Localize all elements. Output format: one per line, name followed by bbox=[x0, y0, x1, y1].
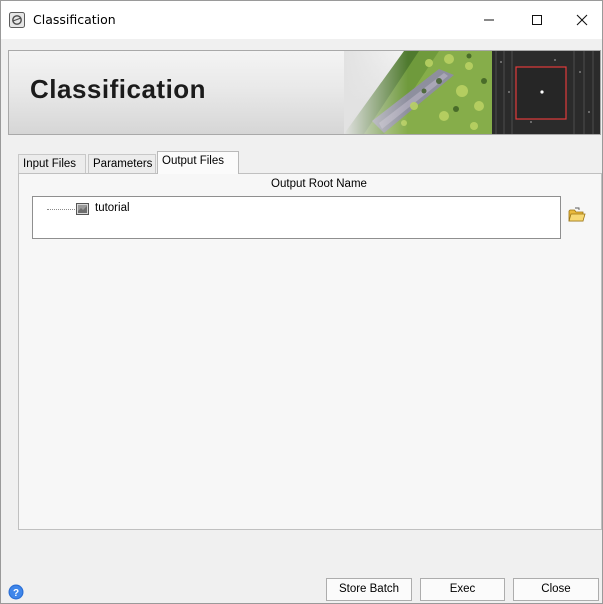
button-bar: ? Store Batch Exec Close bbox=[1, 573, 602, 603]
window-title: Classification bbox=[33, 12, 116, 27]
folder-open-icon[interactable] bbox=[568, 207, 586, 223]
raster-file-icon bbox=[76, 203, 89, 215]
classification-window: Classification Classification Input File… bbox=[0, 0, 603, 604]
aerial-imagery-banner-image bbox=[344, 51, 600, 134]
app-icon bbox=[9, 12, 25, 28]
output-files-panel: Output Root Name tutorial bbox=[18, 173, 602, 530]
header-banner: Classification bbox=[8, 50, 601, 135]
close-button[interactable]: Close bbox=[513, 578, 599, 601]
tab-output-files[interactable]: Output Files bbox=[157, 151, 239, 174]
close-icon bbox=[576, 14, 588, 26]
exec-button[interactable]: Exec bbox=[420, 578, 505, 601]
svg-text:?: ? bbox=[13, 588, 19, 599]
output-root-name-header: Output Root Name bbox=[271, 178, 367, 190]
maximize-icon bbox=[532, 15, 542, 25]
tab-parameters[interactable]: Parameters bbox=[88, 154, 156, 173]
tree-connector-line bbox=[47, 209, 75, 210]
maximize-button[interactable] bbox=[514, 1, 560, 39]
tab-input-files[interactable]: Input Files bbox=[18, 154, 86, 173]
store-batch-button[interactable]: Store Batch bbox=[326, 578, 412, 601]
close-window-button[interactable] bbox=[559, 1, 602, 39]
output-files-list[interactable]: tutorial bbox=[32, 196, 561, 239]
minimize-icon bbox=[484, 19, 494, 21]
title-bar[interactable]: Classification bbox=[1, 1, 602, 39]
minimize-button[interactable] bbox=[466, 1, 512, 39]
banner-title: Classification bbox=[30, 74, 207, 104]
list-item-label[interactable]: tutorial bbox=[95, 202, 130, 214]
help-icon[interactable]: ? bbox=[8, 584, 24, 600]
